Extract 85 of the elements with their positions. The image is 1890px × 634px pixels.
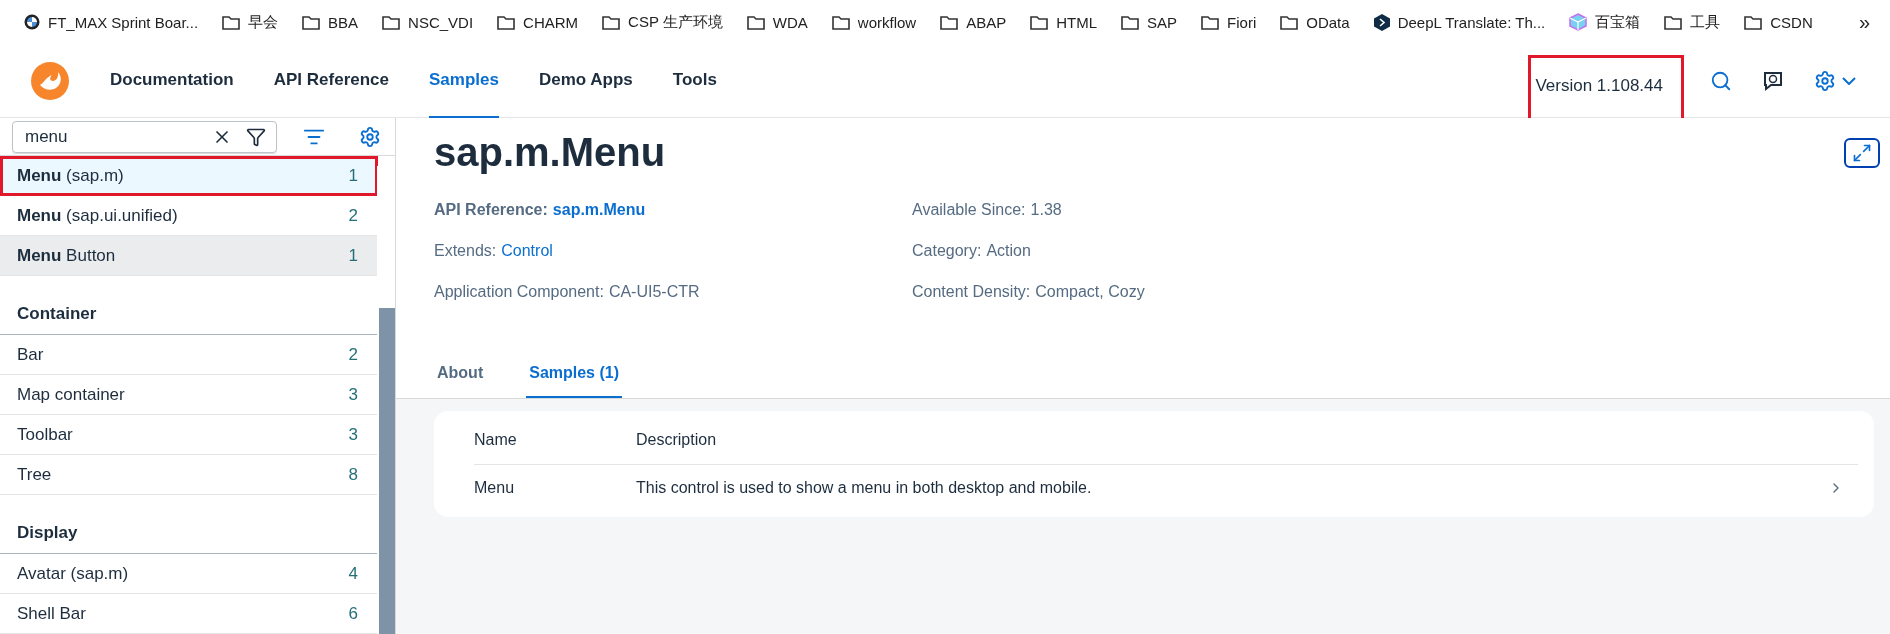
folder-icon (1121, 14, 1140, 30)
nav-tab[interactable]: Tools (672, 43, 717, 118)
item-count: 2 (348, 344, 358, 365)
item-count: 4 (348, 563, 358, 584)
item-count: 1 (348, 245, 358, 266)
nav-tab[interactable]: Demo Apps (538, 43, 633, 118)
item-count: 2 (348, 205, 358, 226)
info-label: API Reference: (434, 201, 548, 220)
sidebar-item[interactable]: Menu Button 1 (0, 236, 378, 276)
folder-icon (497, 14, 516, 30)
nav-tab[interactable]: Documentation (110, 43, 234, 118)
item-label: Bar (17, 344, 44, 365)
fullscreen-button[interactable] (1844, 137, 1880, 168)
folder-icon (746, 14, 765, 30)
item-label: Tree (17, 464, 52, 485)
folder-icon (1744, 14, 1763, 30)
sidebar-item[interactable]: Menu (sap.m) 1 (0, 156, 378, 196)
info-value: CA-UI5-CTR (608, 283, 700, 302)
folder-icon (940, 14, 959, 30)
info-label: Extends: (434, 242, 497, 261)
table-cell-text: This control is used to show a menu in both desktop and mobile. (636, 479, 1093, 497)
item-label: Menu (sap.ui.unified) (17, 205, 178, 226)
folder-icon (1280, 14, 1299, 30)
roundel-icon (24, 14, 40, 30)
bookmark[interactable]: OData (1268, 13, 1362, 31)
folder-icon (602, 14, 621, 30)
bookmark[interactable]: SAP (1109, 13, 1190, 31)
page-title: sap.m.Menu (434, 130, 666, 175)
bookmark[interactable]: FT_MAX Sprint Boar... (12, 13, 211, 31)
item-count: 1 (348, 165, 358, 186)
table-cell-text: Menu (474, 479, 516, 497)
info-value: 1.38 (1030, 201, 1062, 220)
item-label: Toolbar (17, 424, 73, 445)
scrollbar-thumb[interactable] (379, 308, 395, 634)
nav-tab[interactable]: API Reference (273, 43, 389, 118)
bookmark[interactable]: CSP 生产环境 (590, 12, 735, 32)
more-bookmarks-button[interactable]: » (1850, 10, 1878, 34)
bookmark[interactable]: Fiori (1189, 13, 1269, 31)
bookmark[interactable]: CHARM (485, 13, 591, 31)
bookmark[interactable]: NSC_VDI (370, 13, 486, 31)
folder-icon (1201, 14, 1220, 30)
bookmark[interactable]: BBA (290, 13, 371, 31)
info-label: Category: (912, 242, 982, 261)
info-label: Available Since: (912, 201, 1026, 220)
filter-icon[interactable] (246, 126, 266, 147)
info-value: Action (986, 242, 1031, 261)
expand-arrows-icon (1852, 142, 1872, 163)
tab[interactable]: Samples (1) (526, 352, 622, 398)
info-link[interactable]: sap.m.Menu (552, 201, 646, 222)
column-header: Description (636, 430, 718, 449)
item-count: 8 (348, 464, 358, 485)
item-count: 6 (348, 603, 358, 624)
item-label: Shell Bar (17, 603, 86, 624)
item-count: 3 (348, 424, 358, 445)
bookmark[interactable]: HTML (1018, 13, 1110, 31)
item-count: 3 (348, 384, 358, 405)
bookmark[interactable]: DeepL Translate: Th... (1361, 13, 1558, 31)
chevron-down-icon (1842, 76, 1856, 85)
item-label: Avatar (sap.m) (17, 563, 129, 584)
search-field[interactable]: menu (12, 120, 277, 153)
hexagon-icon (1373, 13, 1390, 31)
folder-icon (1664, 14, 1683, 30)
info-value: Compact, Cozy (1035, 283, 1145, 302)
settings-icon (1814, 69, 1836, 92)
bookmark[interactable]: WDA (734, 13, 820, 31)
folder-icon (302, 14, 321, 30)
tab[interactable]: About (434, 352, 487, 398)
folder-icon (1030, 14, 1049, 30)
folder-icon (382, 14, 401, 30)
item-label: Menu (sap.m) (17, 165, 124, 186)
bookmark[interactable]: 百宝箱 (1557, 12, 1653, 32)
folder-icon (222, 14, 241, 30)
info-label: Content Density: (912, 283, 1031, 302)
folder-icon (831, 14, 850, 30)
item-label: Menu Button (17, 245, 116, 266)
info-label: Application Component: (434, 283, 604, 302)
info-link[interactable]: Control (501, 242, 553, 263)
bookmark[interactable]: workflow (819, 13, 929, 31)
bookmark[interactable]: 早会 (210, 12, 291, 32)
item-label: Map container (17, 384, 125, 405)
bookmark[interactable]: CSDN (1732, 13, 1825, 31)
bookmark[interactable]: 工具 (1652, 12, 1733, 32)
bookmark[interactable]: ABAP (928, 13, 1019, 31)
cube-icon (1569, 13, 1588, 31)
column-header: Name (474, 430, 518, 449)
